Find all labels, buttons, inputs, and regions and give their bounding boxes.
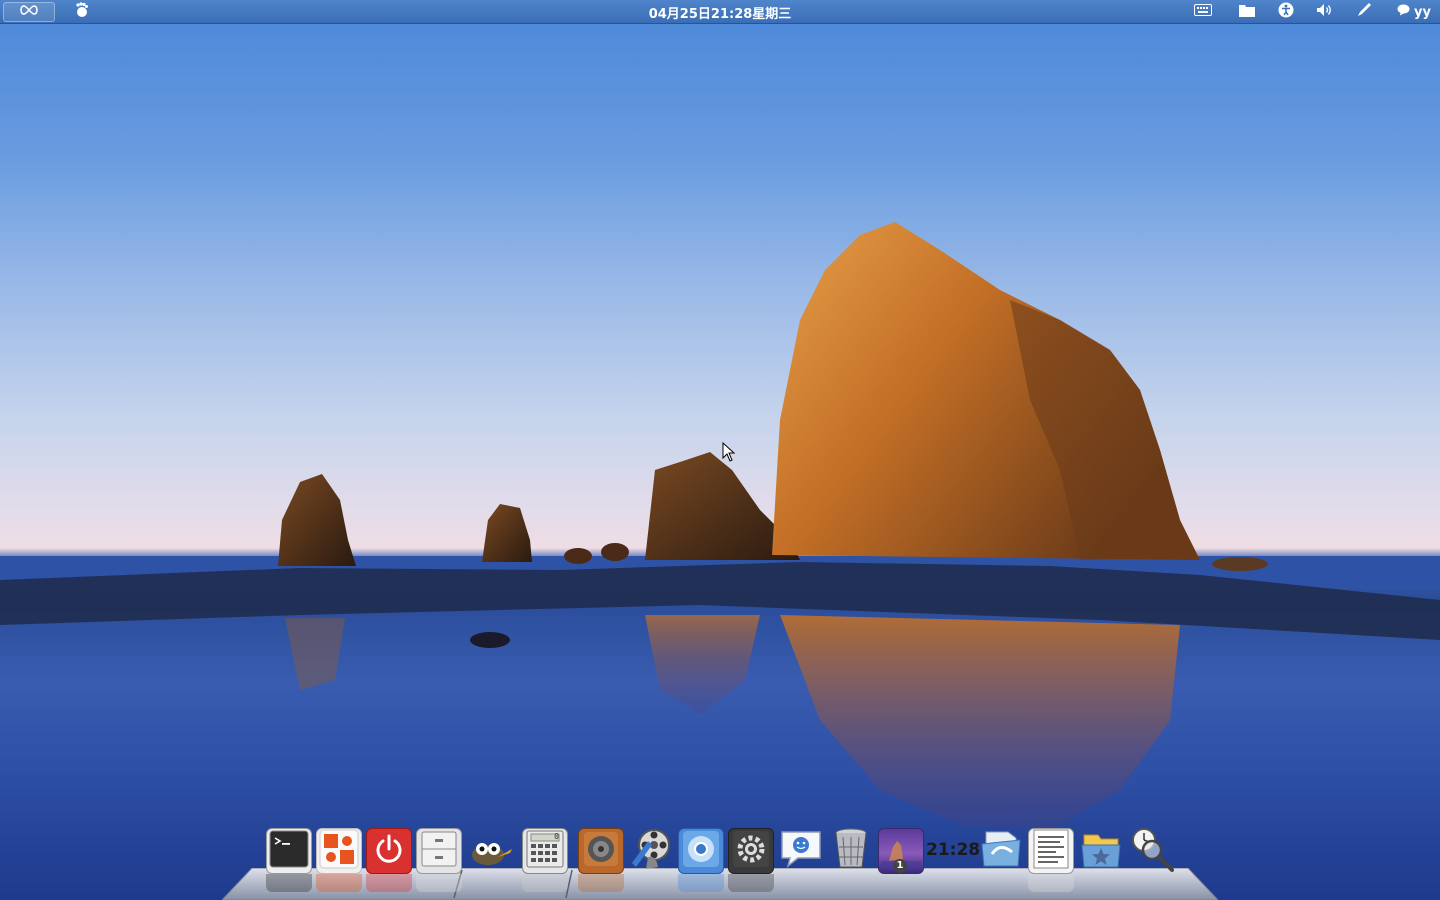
file-manager-launcher[interactable] (416, 828, 462, 874)
files-indicator[interactable] (1236, 0, 1258, 24)
calculator-display-value: 0 (554, 832, 559, 841)
settings-gear-icon (731, 829, 771, 873)
gimp-launcher[interactable] (468, 828, 514, 874)
system-tools-launcher[interactable] (316, 828, 362, 874)
top-panel: 04月25日21:28星期三 yy (0, 0, 1440, 24)
folder-icon (1239, 3, 1255, 21)
documents-launcher[interactable] (978, 828, 1024, 874)
music-speaker-icon (581, 829, 621, 873)
gnome-foot-icon (73, 2, 89, 22)
search-launcher[interactable] (1128, 828, 1174, 874)
desktop-wallpaper (0, 0, 1440, 900)
terminal-launcher[interactable] (266, 828, 312, 874)
favorites-launcher[interactable] (1078, 828, 1124, 874)
applications-button[interactable] (3, 2, 55, 22)
user-name: yy (1414, 4, 1431, 20)
dock-reflection (366, 874, 412, 892)
media-player-launcher[interactable] (628, 828, 674, 874)
dock-reflection (578, 874, 624, 892)
top-panel-clock[interactable]: 04月25日21:28星期三 (620, 3, 820, 22)
dock-reflection (416, 874, 462, 892)
user-menu[interactable]: yy (1394, 0, 1434, 24)
dock-clock-applet[interactable]: 21:28 (926, 840, 980, 866)
keyboard-indicator[interactable] (1192, 0, 1214, 24)
terminal-icon (269, 830, 309, 872)
shutdown-launcher[interactable] (366, 828, 412, 874)
file-cabinet-icon (419, 829, 459, 873)
media-player-icon (628, 827, 674, 875)
dock-reflection (1028, 874, 1074, 892)
volume-icon (1316, 3, 1334, 21)
text-document-icon (1031, 828, 1071, 874)
pen-icon (1356, 2, 1372, 22)
sound-indicator[interactable] (1314, 0, 1336, 24)
trash-launcher[interactable] (828, 828, 874, 874)
mouse-cursor-icon (722, 441, 736, 466)
trash-icon (831, 827, 871, 875)
dock-reflection (266, 874, 312, 892)
dock-reflection (728, 874, 774, 892)
web-browser-launcher[interactable] (678, 828, 724, 874)
calculator-launcher[interactable]: 0 (522, 828, 568, 874)
gnome-menu-button[interactable] (70, 0, 92, 24)
keyboard-icon (1194, 4, 1212, 20)
system-tools-icon (318, 828, 360, 874)
system-settings-launcher[interactable] (728, 828, 774, 874)
messenger-launcher[interactable] (778, 828, 824, 874)
text-editor-launcher[interactable] (1028, 828, 1074, 874)
power-icon (372, 832, 406, 870)
pen-indicator[interactable] (1353, 0, 1375, 24)
accessibility-icon (1278, 2, 1294, 22)
documents-folder-icon (978, 826, 1024, 876)
workspace-switcher[interactable]: 1 (878, 828, 924, 874)
gimp-icon (468, 829, 514, 873)
dock-reflection (678, 874, 724, 892)
music-player-launcher[interactable] (578, 828, 624, 874)
chromium-browser-icon (681, 829, 721, 873)
seascape-illustration (0, 222, 1440, 830)
dock-reflection (522, 874, 568, 892)
infinity-icon (18, 4, 40, 20)
search-magnifier-icon (1128, 826, 1174, 876)
dock-reflection (316, 874, 362, 892)
workspace-number: 1 (893, 859, 907, 873)
accessibility-indicator[interactable] (1275, 0, 1297, 24)
calculator-icon (525, 829, 565, 873)
chat-bubble-icon (1397, 4, 1410, 20)
chat-messenger-icon (778, 828, 824, 874)
favorites-folder-icon (1078, 827, 1124, 875)
